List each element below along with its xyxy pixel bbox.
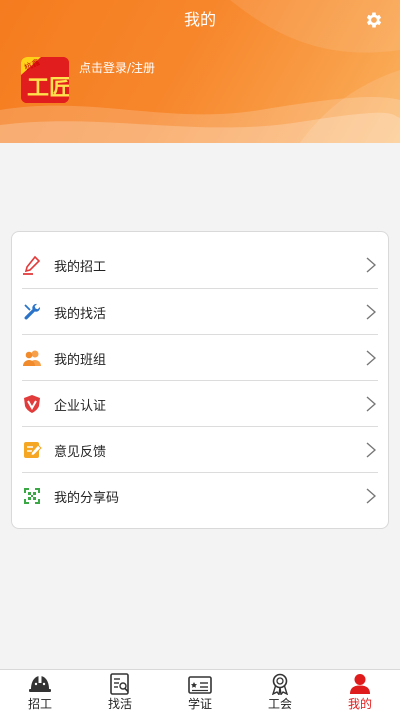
menu-item-label: 我的班组 <box>54 352 107 368</box>
menu-item-label: 我的招工 <box>54 259 107 275</box>
chevron-right-icon <box>366 350 376 366</box>
certificate-icon <box>188 676 212 694</box>
menu-item-label: 企业认证 <box>54 398 107 414</box>
chevron-right-icon <box>366 304 376 320</box>
bottom-tab-bar: 招工 找活 学证 工会 我的 <box>0 669 400 711</box>
tab-label: 工会 <box>267 697 292 711</box>
svg-text:工匠: 工匠 <box>27 76 69 101</box>
tab-label: 学证 <box>187 697 212 711</box>
user-icon <box>350 674 370 694</box>
app-logo: 杭鑫 工匠 <box>21 57 69 103</box>
menu-item-my-jobs[interactable]: 我的找活 <box>12 289 388 335</box>
chevron-right-icon <box>366 396 376 412</box>
team-icon <box>23 350 41 366</box>
tab-union[interactable]: 工会 <box>240 670 320 711</box>
tab-label: 招工 <box>27 697 52 711</box>
gear-icon[interactable] <box>364 10 384 30</box>
tab-certificates[interactable]: 学证 <box>160 670 240 711</box>
tab-find-jobs[interactable]: 找活 <box>80 670 160 711</box>
menu-item-share-code[interactable]: 我的分享码 <box>12 473 388 519</box>
menu-item-enterprise-verification[interactable]: 企业认证 <box>12 381 388 427</box>
qrcode-icon <box>24 488 40 504</box>
menu-card: 我的招工 我的找活 我的班组 企业认证 意见反馈 我的分享码 <box>11 231 389 529</box>
menu-item-my-hiring[interactable]: 我的招工 <box>12 242 388 288</box>
menu-item-feedback[interactable]: 意见反馈 <box>12 427 388 473</box>
verified-shield-icon <box>24 395 40 413</box>
page-title: 我的 <box>183 10 216 29</box>
resume-icon <box>110 673 129 695</box>
tab-profile[interactable]: 我的 <box>320 670 400 711</box>
hardhat-icon <box>29 676 51 692</box>
profile-header: 我的 杭鑫 工匠 点击登录/注册 <box>0 0 400 143</box>
menu-item-label: 我的找活 <box>54 306 107 322</box>
login-register-link[interactable]: 点击登录/注册 <box>79 59 155 76</box>
chevron-right-icon <box>366 488 376 504</box>
medal-icon <box>271 673 289 695</box>
menu-item-label: 意见反馈 <box>54 444 107 460</box>
tab-label: 我的 <box>347 697 372 711</box>
tab-hiring[interactable]: 招工 <box>0 670 80 711</box>
chevron-right-icon <box>366 442 376 458</box>
menu-item-my-team[interactable]: 我的班组 <box>12 335 388 381</box>
feedback-icon <box>24 442 42 458</box>
pencil-icon <box>23 255 41 275</box>
menu-item-label: 我的分享码 <box>54 490 120 506</box>
wrench-icon <box>24 303 41 320</box>
tab-label: 找活 <box>107 697 132 711</box>
chevron-right-icon <box>366 257 376 273</box>
